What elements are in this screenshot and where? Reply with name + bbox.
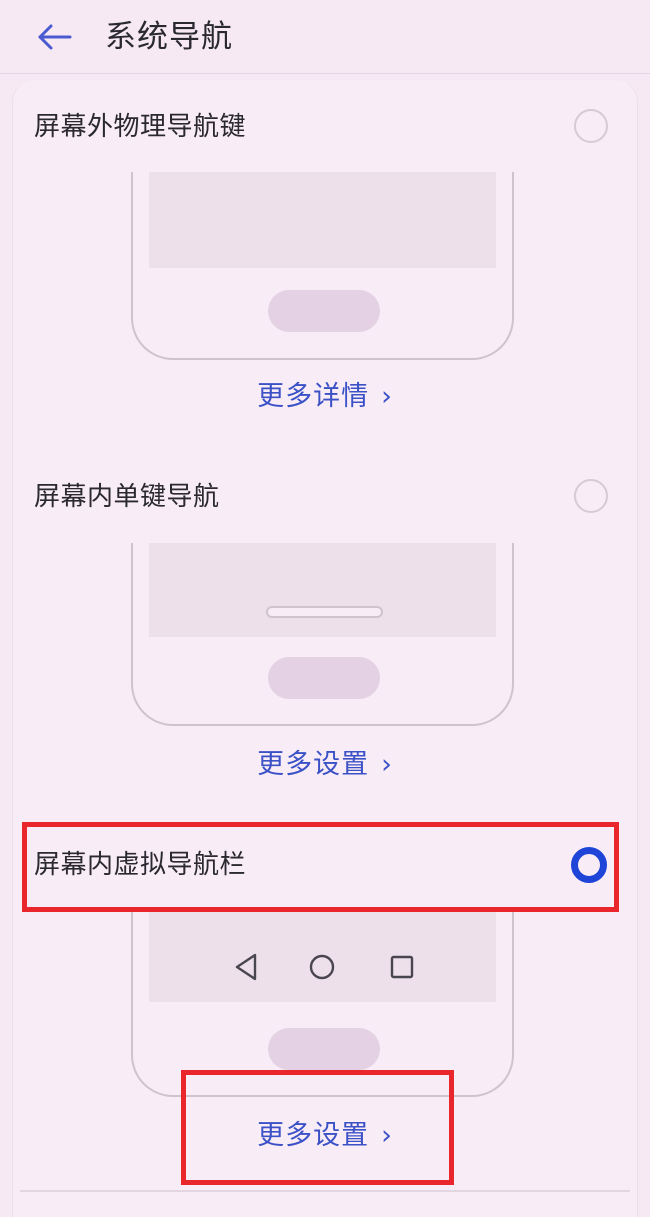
radio-button-selected[interactable] (571, 847, 607, 883)
phone-screen (149, 172, 496, 268)
physical-home-key (268, 1028, 380, 1070)
phone-illustration (131, 172, 514, 360)
radio-button[interactable] (574, 479, 608, 513)
link-label: 更多设置 (257, 1120, 370, 1151)
nav-recents-icon (390, 955, 414, 979)
chevron-right-icon: › (381, 749, 393, 780)
option-label: 屏幕外物理导航键 (34, 112, 247, 142)
radio-button[interactable] (574, 109, 608, 143)
app-header: 系统导航 (0, 0, 650, 74)
nav-home-icon (309, 954, 335, 980)
link-label: 更多详情 (257, 381, 370, 412)
page-title: 系统导航 (105, 19, 233, 55)
physical-home-key (268, 657, 380, 699)
more-details-link[interactable]: 更多详情 › (0, 377, 650, 417)
phone-illustration (131, 543, 514, 726)
more-settings-link[interactable]: 更多设置 › (0, 745, 650, 785)
phone-illustration (131, 912, 514, 1097)
physical-home-key (268, 290, 380, 332)
option-label: 屏幕内虚拟导航栏 (34, 850, 247, 880)
divider (20, 1190, 630, 1192)
option-label: 屏幕内单键导航 (34, 482, 220, 512)
nav-back-icon (235, 953, 257, 981)
chevron-right-icon: › (381, 381, 393, 412)
phone-screen (149, 543, 496, 637)
gesture-bar-icon (266, 606, 383, 618)
system-navigation-page: 系统导航 屏幕外物理导航键 更多详情 › 屏幕内单键导航 更多设置 › 屏幕内虚拟导… (0, 0, 650, 1217)
more-settings-link[interactable]: 更多设置 › (0, 1116, 650, 1156)
chevron-right-icon: › (381, 1120, 393, 1151)
back-arrow-icon[interactable] (30, 14, 76, 60)
link-label: 更多设置 (257, 749, 370, 780)
